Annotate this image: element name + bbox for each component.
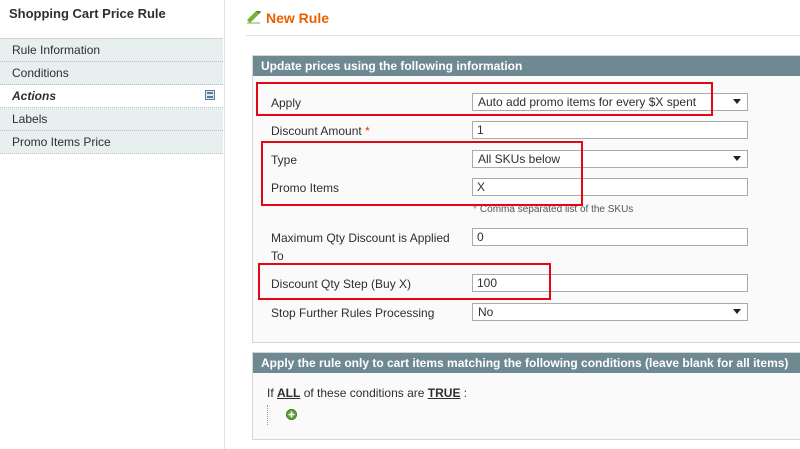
conditions-fieldset: Apply the rule only to cart items matchi…	[252, 352, 800, 440]
discount-amount-label-text: Discount Amount	[271, 124, 362, 138]
chevron-down-icon	[733, 156, 741, 161]
tab-label: Actions	[12, 89, 57, 103]
sidebar: Shopping Cart Price Rule Rule Informatio…	[0, 0, 224, 449]
add-condition-icon[interactable]	[286, 409, 297, 420]
chevron-down-icon	[733, 99, 741, 104]
stop-processing-select[interactable]: No	[472, 303, 748, 321]
stop-processing-select-value: No	[478, 305, 494, 319]
sidebar-tabs: Rule Information Conditions Actions Labe…	[0, 38, 223, 154]
header-divider	[246, 35, 800, 36]
max-qty-label-line2: To	[271, 249, 284, 263]
tab-label: Rule Information	[12, 43, 101, 57]
conditions-sentence: If ALL of these conditions are TRUE :	[267, 386, 467, 400]
max-qty-label: Maximum Qty Discount is Applied	[271, 231, 450, 245]
page-title: New Rule	[266, 10, 330, 26]
sidebar-divider	[224, 0, 225, 449]
highlight-apply	[256, 82, 713, 116]
stop-processing-label: Stop Further Rules Processing	[271, 306, 435, 320]
tab-label: Labels	[12, 112, 48, 126]
required-mark: *	[365, 124, 370, 138]
discount-amount-label: Discount Amount *	[271, 124, 370, 138]
tab-actions[interactable]: Actions	[0, 85, 223, 108]
max-qty-input[interactable]	[472, 228, 748, 246]
tab-label: Promo Items Price	[12, 135, 111, 149]
conditions-middle: of these conditions are	[303, 386, 425, 400]
value-toggle[interactable]: TRUE	[428, 386, 461, 400]
conditions-prefix: If	[267, 386, 274, 400]
tree-line	[267, 405, 269, 425]
tab-rule-information[interactable]: Rule Information	[0, 39, 223, 62]
fieldset-heading: Apply the rule only to cart items matchi…	[253, 353, 800, 373]
tab-conditions[interactable]: Conditions	[0, 62, 223, 85]
discount-amount-input[interactable]	[472, 121, 748, 139]
highlight-type-promo	[261, 141, 583, 206]
conditions-suffix: :	[463, 386, 468, 400]
tab-label: Conditions	[12, 66, 69, 80]
sidebar-title: Shopping Cart Price Rule	[9, 6, 166, 21]
changed-icon	[205, 90, 215, 100]
highlight-discount-step	[258, 263, 551, 300]
tab-promo-items-price[interactable]: Promo Items Price	[0, 131, 223, 154]
aggregator-toggle[interactable]: ALL	[277, 386, 300, 400]
chevron-down-icon	[733, 309, 741, 314]
rule-icon	[247, 11, 261, 24]
fieldset-heading: Update prices using the following inform…	[253, 56, 800, 76]
tab-labels[interactable]: Labels	[0, 108, 223, 131]
